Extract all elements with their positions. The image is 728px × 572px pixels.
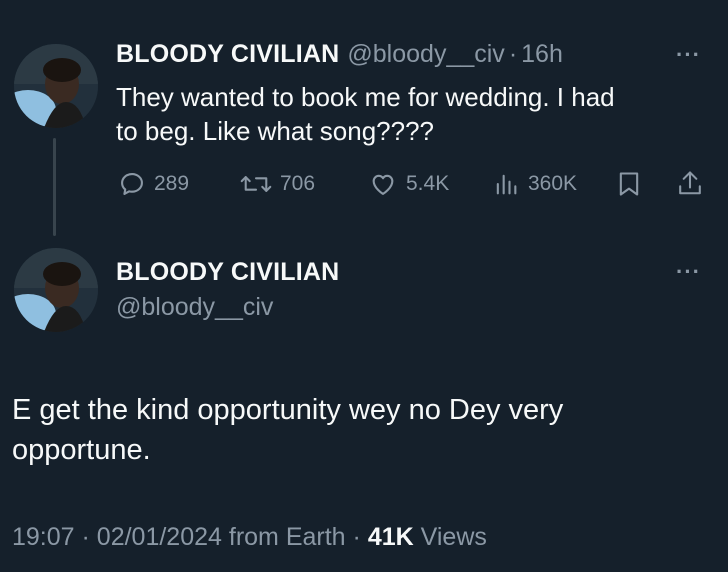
tweet-text: They wanted to book me for wedding. I ha… (116, 80, 716, 148)
avatar[interactable] (14, 248, 98, 332)
meta-separator: · (81, 523, 90, 551)
views-count: 360K (528, 172, 578, 195)
reply-icon (121, 173, 143, 195)
retweet-count: 706 (280, 172, 316, 195)
thread-line (53, 138, 56, 236)
handle[interactable]: @bloody__civ (347, 40, 504, 69)
more-icon[interactable]: ··· (676, 42, 701, 68)
meta-separator: · (352, 523, 361, 551)
share-button[interactable] (676, 169, 704, 204)
views-icon (496, 174, 517, 195)
avatar-image (14, 44, 98, 128)
views-label: Views (420, 523, 487, 551)
share-icon (679, 171, 701, 195)
retweet-icon (240, 176, 272, 192)
bookmark-button[interactable] (616, 170, 642, 203)
tweet-text-line: E get the kind opportunity wey no Dey ve… (12, 394, 564, 426)
tweet-text: E get the kind opportunity wey no Dey ve… (12, 390, 712, 470)
reply-button[interactable]: 289 (118, 170, 189, 198)
reply-count: 289 (154, 172, 190, 195)
views-button[interactable]: 360K (492, 170, 577, 198)
like-count: 5.4K (406, 172, 450, 195)
timestamp[interactable]: 16h (521, 40, 563, 69)
bookmark-icon (619, 172, 639, 196)
more-icon[interactable]: ··· (676, 259, 701, 285)
tweet-source: from Earth (228, 523, 346, 551)
tweet1-header: BLOODY CIVILIAN @bloody__civ · 16h (116, 40, 563, 69)
display-name[interactable]: BLOODY CIVILIAN (116, 258, 339, 287)
tweet-time[interactable]: 19:07 (12, 523, 75, 551)
avatar[interactable] (14, 44, 98, 128)
like-icon (372, 174, 394, 195)
tweet-text-line: They wanted to book me for wedding. I ha… (116, 82, 615, 112)
like-button[interactable]: 5.4K (368, 170, 449, 198)
tweet2-header: BLOODY CIVILIAN @bloody__civ (116, 258, 339, 322)
retweet-button[interactable]: 706 (240, 170, 315, 198)
avatar-image (14, 248, 98, 332)
handle[interactable]: @bloody__civ (116, 293, 339, 322)
tweet-meta: 19:07 · 02/01/2024 from Earth · 41K View… (12, 523, 487, 552)
views-total: 41K (367, 523, 414, 551)
display-name[interactable]: BLOODY CIVILIAN (116, 40, 339, 69)
tweet-date[interactable]: 02/01/2024 (97, 523, 222, 551)
separator: · (508, 40, 518, 68)
tweet-text-line: opportune. (12, 434, 151, 466)
tweet-text-line: to beg. Like what song???? (116, 116, 435, 146)
